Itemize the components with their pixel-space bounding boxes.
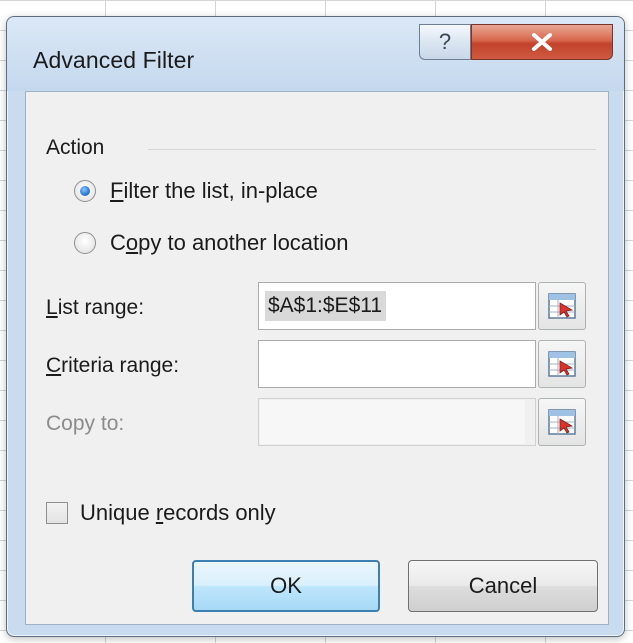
advanced-filter-dialog: Advanced Filter ? Action Filter the list… [6,16,625,637]
ok-button-label: OK [270,573,302,598]
ok-button[interactable]: OK [192,560,380,612]
radio-button-checked[interactable] [74,180,96,202]
radio-copy-to-location-label: Copy to another location [110,230,349,255]
copy-to-picker-button[interactable] [538,398,586,446]
dialog-body: Action Filter the list, in-place Copy to… [25,91,609,625]
radio-copy-to-location[interactable]: Copy to another location [74,230,349,256]
collapse-dialog-icon [548,293,576,319]
dialog-title: Advanced Filter [33,47,195,73]
list-range-label: List range: [46,296,145,319]
radio-button-unchecked[interactable] [74,232,96,254]
list-range-value: $A$1:$E$11 [265,291,387,321]
copy-to-label: Copy to: [46,412,125,435]
collapse-dialog-icon [548,409,576,435]
cancel-button-label: Cancel [468,573,538,598]
criteria-range-input[interactable] [258,340,536,388]
cancel-button[interactable]: Cancel [408,560,598,612]
list-range-picker-button[interactable] [538,282,586,330]
close-button[interactable] [471,24,613,60]
criteria-range-picker-button[interactable] [538,340,586,388]
list-range-input[interactable]: $A$1:$E$11 [258,282,536,330]
unique-records-checkbox-row[interactable]: Unique records only [46,500,276,526]
action-group-label: Action [46,136,105,159]
help-icon: ? [438,29,452,54]
collapse-dialog-icon [548,351,576,377]
group-divider [148,149,596,150]
unique-records-label: Unique records only [80,500,276,525]
title-bar: Advanced Filter ? [7,17,624,91]
radio-filter-in-place-label: Filter the list, in-place [110,178,318,203]
copy-to-inner [260,400,525,444]
radio-filter-in-place[interactable]: Filter the list, in-place [74,178,318,204]
unique-records-checkbox[interactable] [46,502,68,524]
criteria-range-label: Criteria range: [46,354,180,377]
close-icon [532,33,552,51]
help-button[interactable]: ? [419,24,471,60]
copy-to-input [258,398,536,446]
